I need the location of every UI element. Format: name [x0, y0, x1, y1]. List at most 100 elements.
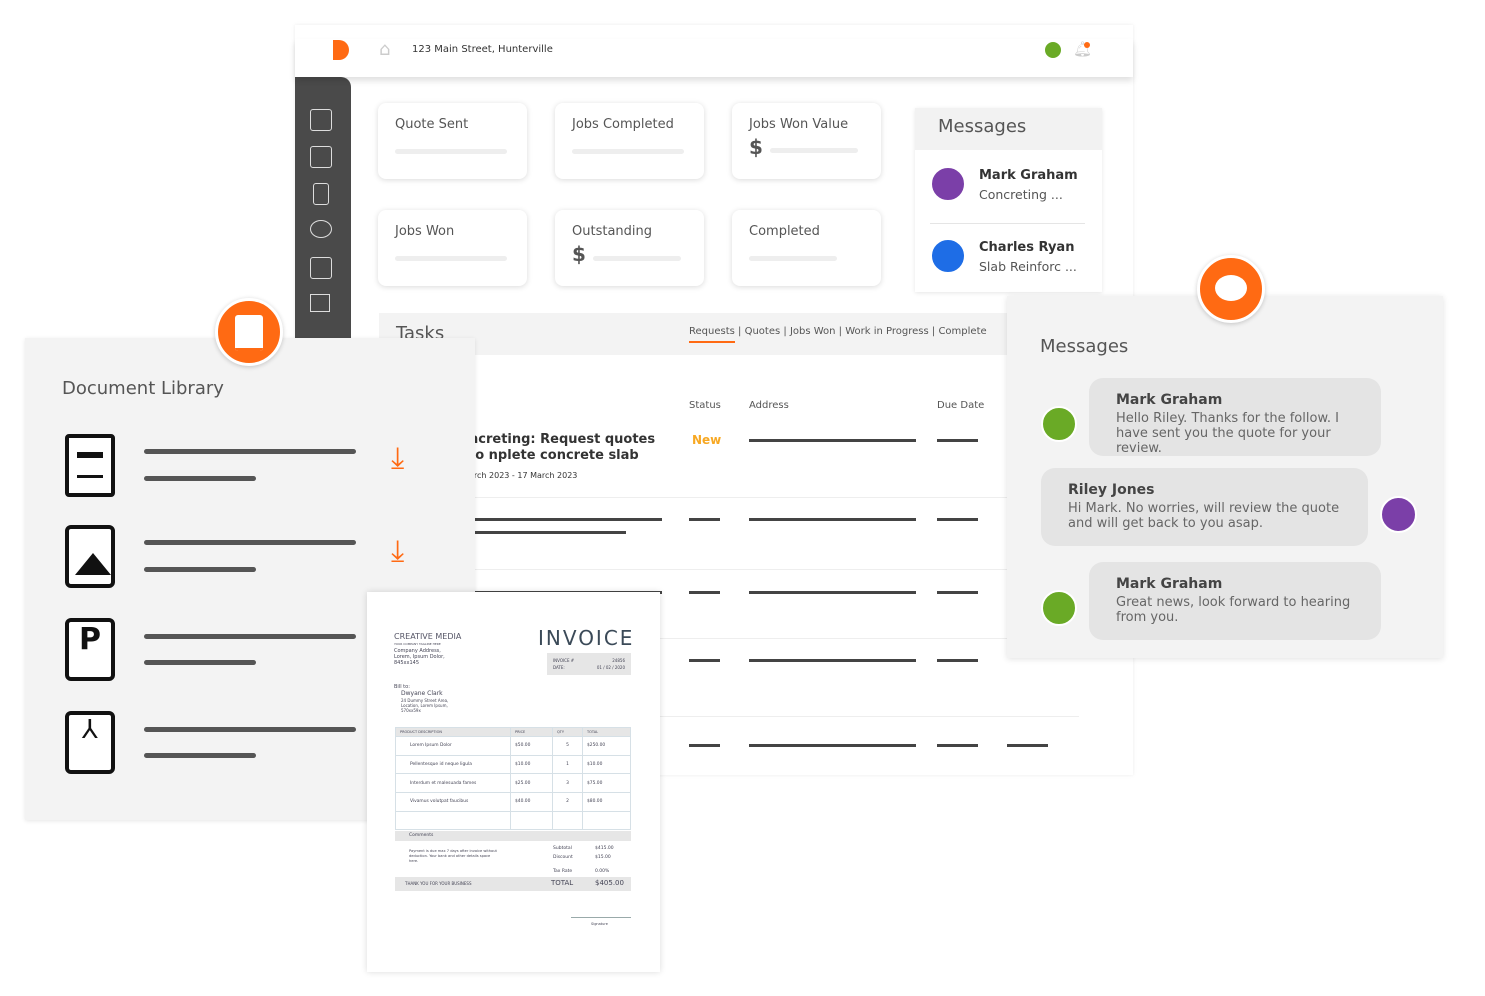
logo[interactable]: B: [333, 40, 349, 60]
stat-label: Completed: [749, 224, 820, 239]
image-file-icon: [65, 525, 115, 588]
stat-card-jobs-won[interactable]: Jobs Won: [378, 210, 527, 286]
column-address[interactable]: Address: [749, 400, 789, 411]
chat-message: Mark Graham Great news, look forward to h…: [1089, 562, 1381, 640]
download-icon[interactable]: ⤓: [391, 444, 404, 474]
home-icon[interactable]: ⌂: [379, 41, 399, 59]
chat-badge-icon: [1197, 255, 1265, 323]
currency-symbol: $: [572, 242, 586, 266]
stat-label: Jobs Won: [395, 224, 455, 239]
placeholder-line: [144, 727, 356, 732]
signature-line: [571, 917, 631, 918]
placeholder-line: [937, 659, 978, 662]
table-row: Vivamus volutpat faucibus $40.00 2 $80.00: [395, 792, 631, 812]
comments-label: Comments: [395, 831, 631, 841]
avatar: [1380, 496, 1417, 533]
table-row: Interdum et malesuada fames $25.00 3 $75.00: [395, 773, 631, 794]
company-address: Company Address, Lorem, Ipsum Dolor, 845xx…: [394, 648, 445, 666]
invoice-total-bar: THANK YOU FOR YOUR BUSINESS TOTAL $405.0…: [395, 877, 631, 891]
placeholder-line: [689, 518, 720, 521]
document-icon[interactable]: [313, 183, 329, 205]
placeholder-line: [689, 591, 720, 594]
tab-quotes[interactable]: Quotes: [745, 326, 781, 337]
stat-placeholder: [770, 148, 858, 153]
placeholder-line: [144, 753, 256, 758]
currency-symbol: $: [749, 135, 763, 159]
placeholder-line: [749, 659, 916, 662]
comments-text: Payment is due max 7 days after invoice …: [409, 849, 497, 863]
sender-name: Charles Ryan: [979, 240, 1075, 255]
stat-placeholder: [395, 256, 507, 261]
avatar: [930, 166, 966, 202]
tab-complete[interactable]: Complete: [938, 326, 986, 337]
address-breadcrumb[interactable]: 123 Main Street, Hunterville: [412, 44, 553, 55]
placeholder-line: [937, 744, 978, 747]
table-row: Lorem Ipsum Dolor $50.00 5 $250.00: [395, 736, 631, 756]
chat-icon[interactable]: [310, 220, 332, 238]
placeholder-line: [749, 439, 916, 442]
tasks-header: Tasks Requests | Quotes | Jobs Won | Wor…: [379, 313, 1101, 355]
tab-jobs-won[interactable]: Jobs Won: [790, 326, 836, 337]
table-header: PRODUCT DESCRIPTION PRICE QTY TOTAL: [395, 727, 631, 737]
placeholder-line: [144, 476, 256, 481]
stat-card-outstanding[interactable]: Outstanding $: [555, 210, 704, 286]
invoice-tagline: YOUR COMPANY TAGLINE HERE: [394, 642, 441, 646]
placeholder-line: [937, 591, 978, 594]
signpost-icon[interactable]: [310, 294, 330, 312]
placeholder-line: [144, 634, 356, 639]
column-due-date[interactable]: Due Date: [937, 400, 984, 411]
stat-placeholder: [395, 149, 507, 154]
messages-panel: Messages Mark Graham Concreting ... Char…: [915, 108, 1102, 292]
message-preview: Slab Reinforc ...: [979, 259, 1077, 274]
chat-message: Riley Jones Hi Mark. No worries, will rev…: [1041, 468, 1368, 546]
powerpoint-file-icon: P: [65, 618, 115, 681]
invoice-document: CREATIVE MEDIA YOUR COMPANY TAGLINE HERE…: [367, 592, 660, 972]
sender-name: Mark Graham: [979, 168, 1078, 183]
placeholder-line: [689, 659, 720, 662]
pdf-file-icon: ⅄: [65, 711, 115, 774]
stat-placeholder: [572, 149, 684, 154]
stat-card-jobs-won-value[interactable]: Jobs Won Value $: [732, 103, 881, 179]
notification-dot: [1084, 42, 1090, 48]
stat-placeholder: [749, 256, 837, 261]
task-dates: arch 2023 - 17 March 2023: [469, 471, 578, 480]
placeholder-line: [144, 567, 256, 572]
task-title: ncreting: Request quotes to nplete concr…: [469, 432, 656, 463]
avatar: [1041, 406, 1077, 442]
tab-work-in-progress[interactable]: Work in Progress: [845, 326, 928, 337]
column-status[interactable]: Status: [689, 400, 721, 411]
stat-label: Outstanding: [572, 224, 652, 239]
placeholder-line: [937, 439, 978, 442]
tab-requests[interactable]: Requests: [689, 326, 735, 343]
message-preview: Concreting ...: [979, 187, 1063, 202]
calendar-icon[interactable]: [310, 257, 332, 279]
invoice-totals: Subtotal $415.00 Discount $15.00 Tax Rate 0…: [553, 846, 614, 874]
invoice-items-table: PRODUCT DESCRIPTION PRICE QTY TOTAL Lorem I…: [395, 727, 631, 831]
document-badge-icon: [215, 298, 283, 366]
placeholder-line: [749, 744, 916, 747]
signature-label: Signature: [591, 922, 608, 926]
invoice-meta: INVOICE #24856 DATE: 01 / 02 / 2020: [547, 653, 631, 675]
dashboard-icon[interactable]: [310, 109, 332, 131]
placeholder-line: [749, 591, 916, 594]
user-avatar[interactable]: [1043, 40, 1063, 60]
chat-message: Mark Graham Hello Riley. Thanks for the f…: [1089, 378, 1381, 456]
invoice-company: CREATIVE MEDIA: [394, 632, 462, 641]
stat-card-quote-sent[interactable]: Quote Sent: [378, 103, 527, 179]
placeholder-line: [689, 744, 720, 747]
chat-panel: Messages Mark Graham Hello Riley. Thanks …: [1007, 296, 1443, 658]
stat-placeholder: [593, 256, 681, 261]
invoice-title: INVOICE: [538, 626, 635, 650]
stat-card-jobs-completed[interactable]: Jobs Completed: [555, 103, 704, 179]
document-icon: [65, 434, 115, 497]
top-bar: B ⌂ 123 Main Street, Hunterville 🔔︎: [295, 39, 1133, 77]
placeholder-line: [937, 518, 978, 521]
stat-label: Quote Sent: [395, 117, 469, 132]
placeholder-line: [144, 449, 356, 454]
search-document-icon[interactable]: [310, 146, 332, 168]
stat-card-completed[interactable]: Completed: [732, 210, 881, 286]
messages-title: Messages: [915, 108, 1102, 150]
download-icon[interactable]: ⤓: [391, 537, 404, 567]
divider: [469, 497, 1079, 498]
placeholder-line: [1007, 744, 1048, 747]
